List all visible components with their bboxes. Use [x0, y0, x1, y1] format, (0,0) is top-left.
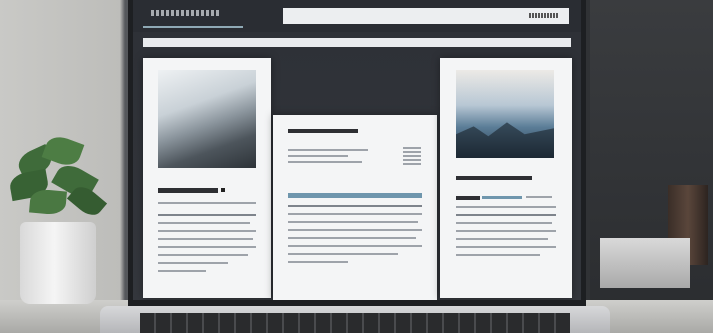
card-heading [288, 129, 358, 133]
nav-text [151, 10, 221, 16]
photo-scene [0, 0, 713, 333]
article-card-right[interactable] [440, 58, 572, 298]
screen-topbar [133, 0, 581, 32]
laptop-screen [133, 0, 581, 300]
card-subheading [456, 196, 480, 200]
plant-pot [20, 222, 96, 304]
article-card-left[interactable] [143, 58, 271, 298]
secondary-bar [143, 38, 571, 47]
keyboard [140, 313, 570, 333]
mountain-photo [456, 70, 554, 158]
card-heading [158, 188, 218, 193]
card-heading [456, 176, 532, 180]
article-card-middle[interactable] [273, 115, 437, 300]
architecture-photo [158, 70, 256, 168]
shelf [600, 238, 690, 288]
search-input[interactable] [283, 8, 569, 24]
search-tag [529, 13, 559, 18]
bullet-icon [221, 188, 225, 192]
accent-bar [288, 193, 422, 198]
nav-underline [143, 26, 243, 28]
accent-bar [482, 196, 522, 199]
